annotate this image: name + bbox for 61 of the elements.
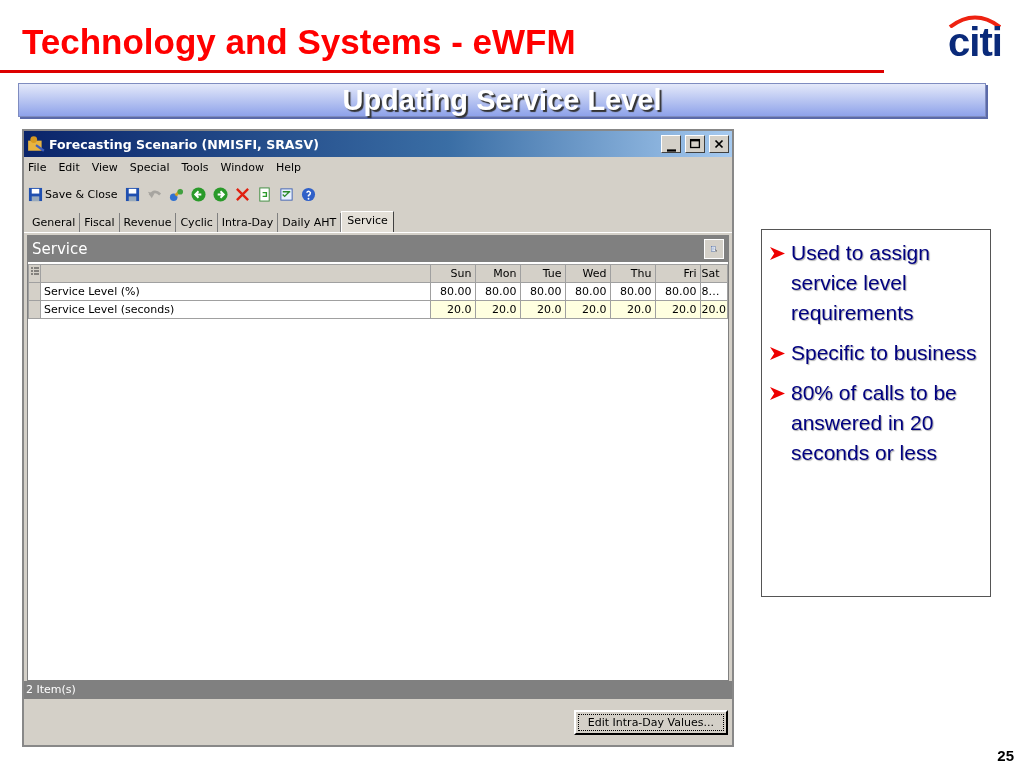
floppy-disk-button[interactable]: [124, 186, 140, 202]
arrow-bullet-icon: [770, 387, 785, 400]
row-label: Service Level (%): [40, 282, 430, 301]
delete-button[interactable]: [234, 186, 250, 202]
panel-title: Service: [32, 240, 88, 258]
maximize-icon: [688, 137, 702, 151]
arrow-bullet-icon: [770, 247, 785, 260]
menu-item[interactable]: Help: [275, 161, 302, 177]
table-cell: 80.00: [430, 282, 475, 301]
table-cell: 8…: [700, 282, 728, 301]
minimize-button[interactable]: [661, 135, 681, 153]
bullet-text: 80% of calls to be answered in 20 seconds or less: [791, 380, 958, 466]
arrow-bullet-icon: [770, 347, 785, 360]
minimize-icon: [666, 149, 676, 152]
table-cell: 80.00: [655, 282, 700, 301]
connector-icon: [168, 186, 184, 202]
checklist-button[interactable]: [278, 186, 294, 202]
column-header[interactable]: Fri: [655, 264, 700, 283]
bullet-text: Used to assign service level requirements: [791, 240, 931, 326]
page-number: 25: [997, 747, 1014, 764]
close-icon: [712, 137, 726, 151]
column-header[interactable]: Sat: [700, 264, 728, 283]
column-header[interactable]: Mon: [475, 264, 520, 283]
close-button[interactable]: [709, 135, 729, 153]
column-header[interactable]: Thu: [610, 264, 655, 283]
forward-arrow-button[interactable]: [212, 186, 228, 202]
table-cell: 80.00: [520, 282, 565, 301]
window-title: Forecasting Scenario (NMISFI, SRASV): [49, 136, 320, 152]
help-icon: [300, 186, 316, 202]
status-bar: 2 Item(s): [24, 681, 732, 699]
column-header[interactable]: Wed: [565, 264, 610, 283]
menu-item[interactable]: File: [28, 161, 47, 177]
checklist-icon: [278, 186, 294, 202]
export-button[interactable]: [704, 239, 724, 259]
save-close-button[interactable]: Save & Close: [28, 186, 118, 202]
back-arrow-button[interactable]: [190, 186, 206, 202]
menu-item[interactable]: View: [91, 161, 118, 177]
app-icon: [27, 135, 45, 153]
refresh-document-button[interactable]: [256, 186, 272, 202]
table-cell: 80.00: [565, 282, 610, 301]
help-button[interactable]: [300, 186, 316, 202]
bullet-text: Specific to business: [791, 340, 977, 366]
refresh-document-icon: [256, 186, 272, 202]
table-cell: 80.00: [475, 282, 520, 301]
connector-button[interactable]: [168, 186, 184, 202]
row-label: Service Level (seconds): [40, 300, 430, 319]
delete-icon: [234, 186, 250, 202]
edit-intra-day-button[interactable]: Edit Intra-Day Values...: [573, 709, 728, 735]
tab[interactable]: Service: [341, 211, 394, 232]
slide-title: Technology and Systems - eWFM: [22, 22, 576, 62]
section-banner: Updating Service Level: [18, 83, 986, 117]
logo: citi: [948, 24, 1002, 60]
menu-item[interactable]: Window: [220, 161, 264, 177]
menu-item[interactable]: Special: [129, 161, 170, 177]
column-header[interactable]: Sun: [430, 264, 475, 283]
menu-item[interactable]: Tools: [181, 161, 209, 177]
column-header[interactable]: Tue: [520, 264, 565, 283]
column-chooser-icon[interactable]: [28, 264, 41, 283]
maximize-button[interactable]: [685, 135, 705, 153]
menu-item[interactable]: Edit: [58, 161, 80, 177]
table-cell: 80.00: [610, 282, 655, 301]
